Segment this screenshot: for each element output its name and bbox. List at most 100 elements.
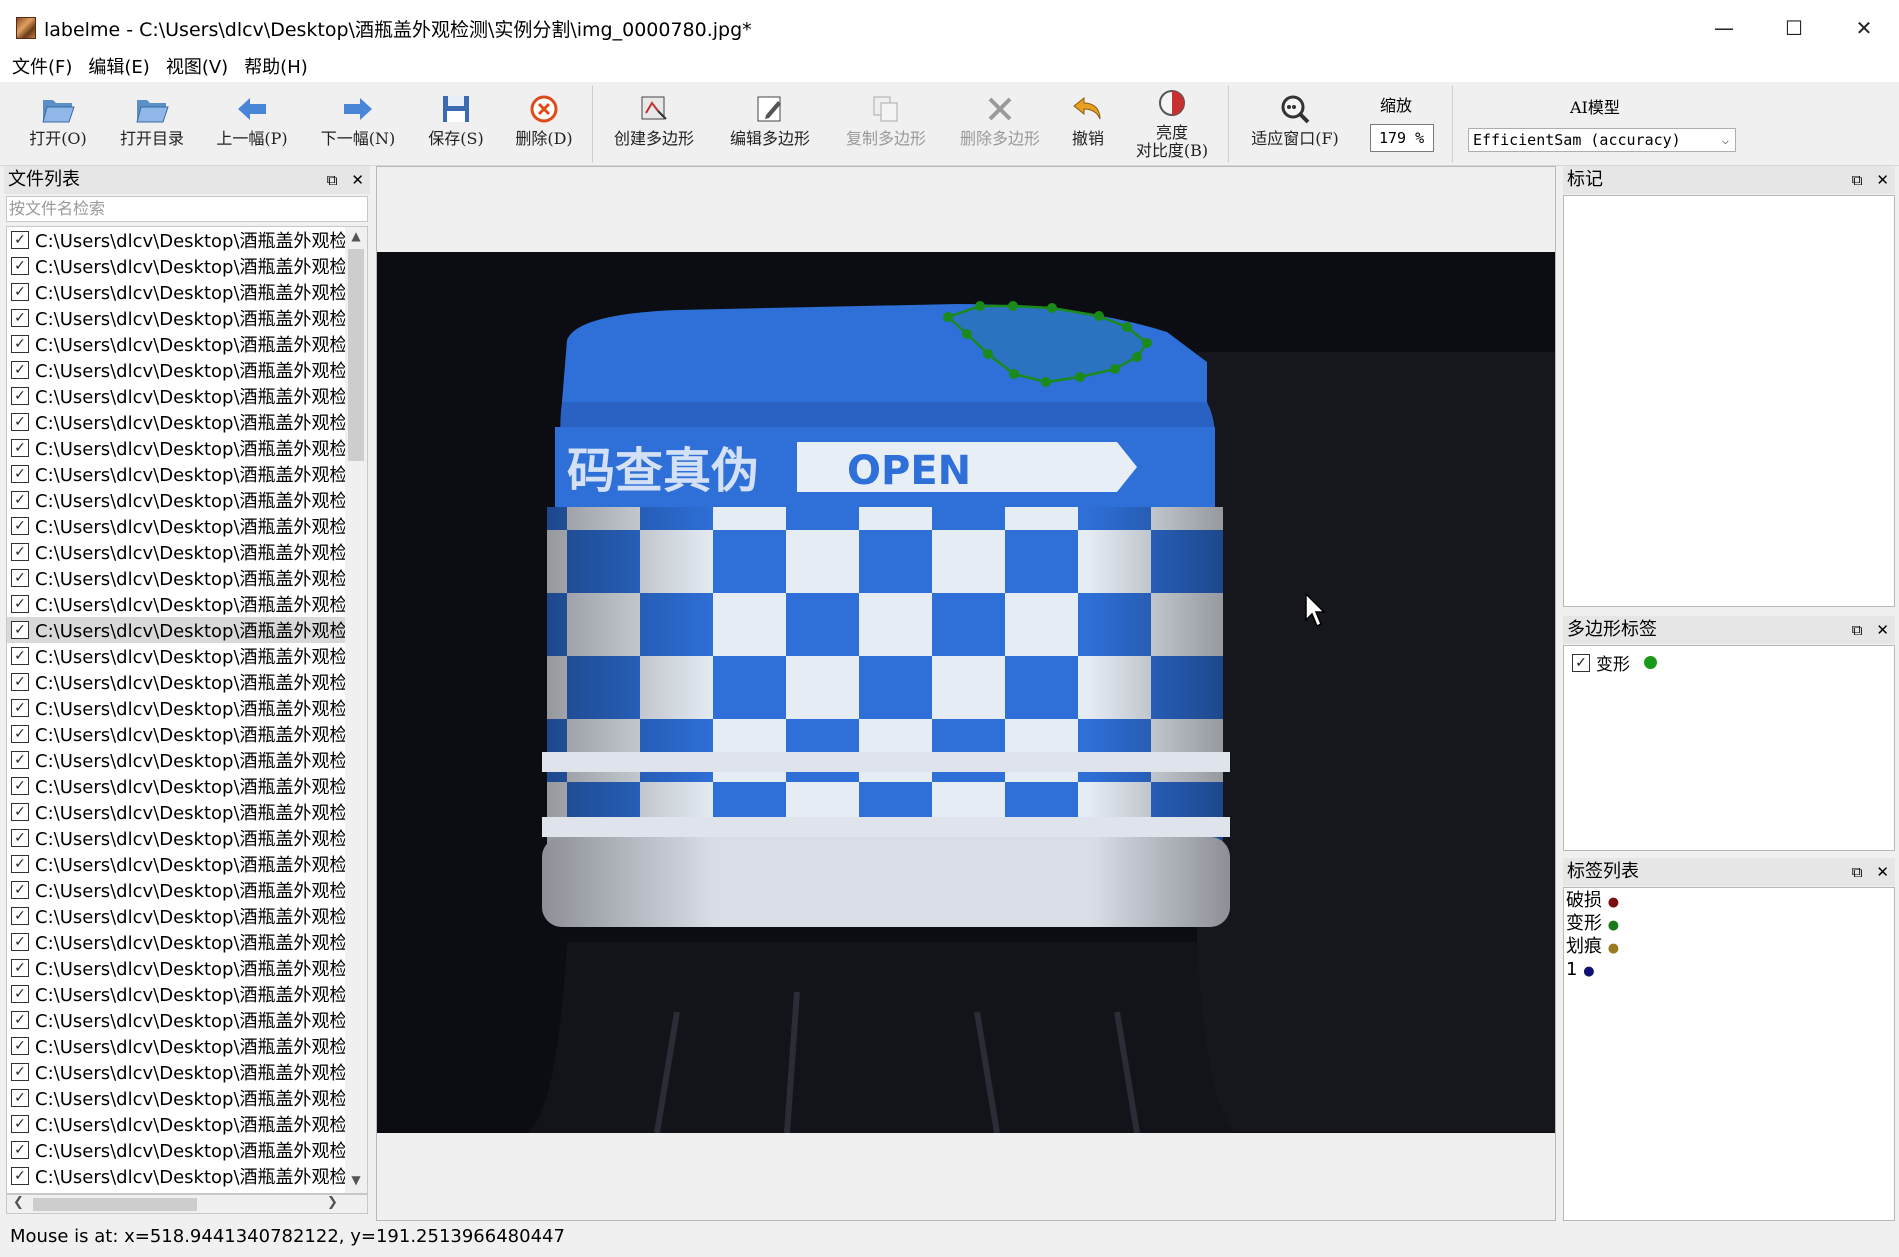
file-checkbox[interactable]: ✓ xyxy=(11,855,29,873)
file-list-item[interactable]: ✓ C:\Users\dlcv\Desktop\酒瓶盖外观检 xyxy=(7,669,347,695)
scroll-thumb[interactable] xyxy=(348,249,364,461)
label-item-1[interactable]: 1 ● xyxy=(1566,959,1619,982)
brightness-contrast-button[interactable]: 亮度 对比度(B) xyxy=(1122,86,1222,162)
edit-polygon-button[interactable]: 编辑多边形 xyxy=(720,86,820,162)
close-icon[interactable]: ✕ xyxy=(351,166,364,194)
file-checkbox[interactable]: ✓ xyxy=(11,881,29,899)
file-list-item[interactable]: ✓ C:\Users\dlcv\Desktop\酒瓶盖外观检 xyxy=(7,253,347,279)
float-icon[interactable]: ⧉ xyxy=(1852,858,1863,886)
file-checkbox[interactable]: ✓ xyxy=(11,595,29,613)
file-list-item[interactable]: ✓ C:\Users\dlcv\Desktop\酒瓶盖外观检 xyxy=(7,1163,347,1189)
file-list-item[interactable]: ✓ C:\Users\dlcv\Desktop\酒瓶盖外观检 xyxy=(7,929,347,955)
file-list-item[interactable]: ✓ C:\Users\dlcv\Desktop\酒瓶盖外观检 xyxy=(7,279,347,305)
file-search-input[interactable]: 按文件名检索 xyxy=(6,196,368,222)
create-polygon-button[interactable]: 创建多边形 xyxy=(604,86,704,162)
file-list-item[interactable]: ✓ C:\Users\dlcv\Desktop\酒瓶盖外观检 xyxy=(7,565,347,591)
polygon-item-checkbox[interactable]: ✓ xyxy=(1572,653,1590,672)
file-checkbox[interactable]: ✓ xyxy=(11,543,29,561)
float-icon[interactable]: ⧉ xyxy=(1852,616,1863,644)
file-checkbox[interactable]: ✓ xyxy=(11,933,29,951)
file-checkbox[interactable]: ✓ xyxy=(11,569,29,587)
file-checkbox[interactable]: ✓ xyxy=(11,647,29,665)
delete-file-button[interactable]: 删除(D) xyxy=(506,86,582,162)
file-list-item[interactable]: ✓ C:\Users\dlcv\Desktop\酒瓶盖外观检 xyxy=(7,903,347,929)
file-list-item[interactable]: ✓ C:\Users\dlcv\Desktop\酒瓶盖外观检 xyxy=(7,643,347,669)
file-checkbox[interactable]: ✓ xyxy=(11,517,29,535)
scroll-up-icon[interactable]: ▲ xyxy=(345,229,367,249)
file-checkbox[interactable]: ✓ xyxy=(11,1037,29,1055)
file-list-item[interactable]: ✓ C:\Users\dlcv\Desktop\酒瓶盖外观检 xyxy=(7,1059,347,1085)
close-icon[interactable]: ✕ xyxy=(1876,616,1889,644)
file-list-item[interactable]: ✓ C:\Users\dlcv\Desktop\酒瓶盖外观检 xyxy=(7,513,347,539)
file-checkbox[interactable]: ✓ xyxy=(11,361,29,379)
file-list-item[interactable]: ✓ C:\Users\dlcv\Desktop\酒瓶盖外观检 xyxy=(7,617,347,643)
float-icon[interactable]: ⧉ xyxy=(1852,166,1863,194)
file-list-item[interactable]: ✓ C:\Users\dlcv\Desktop\酒瓶盖外观检 xyxy=(7,331,347,357)
file-checkbox[interactable]: ✓ xyxy=(11,335,29,353)
label-item-deform[interactable]: 变形 ● xyxy=(1566,913,1619,936)
file-list-item[interactable]: ✓ C:\Users\dlcv\Desktop\酒瓶盖外观检 xyxy=(7,773,347,799)
file-checkbox[interactable]: ✓ xyxy=(11,907,29,925)
file-checkbox[interactable]: ✓ xyxy=(11,777,29,795)
file-checkbox[interactable]: ✓ xyxy=(11,413,29,431)
file-checkbox[interactable]: ✓ xyxy=(11,699,29,717)
menu-file[interactable]: 文件(F) xyxy=(4,53,80,79)
close-icon[interactable]: ✕ xyxy=(1876,166,1889,194)
save-button[interactable]: 保存(S) xyxy=(418,86,494,162)
file-checkbox[interactable]: ✓ xyxy=(11,387,29,405)
file-checkbox[interactable]: ✓ xyxy=(11,465,29,483)
scroll-down-icon[interactable]: ▼ xyxy=(345,1173,367,1193)
file-checkbox[interactable]: ✓ xyxy=(11,1115,29,1133)
file-list-item[interactable]: ✓ C:\Users\dlcv\Desktop\酒瓶盖外观检 xyxy=(7,747,347,773)
file-checkbox[interactable]: ✓ xyxy=(11,1141,29,1159)
open-button[interactable]: 打开(O) xyxy=(22,86,94,162)
file-checkbox[interactable]: ✓ xyxy=(11,725,29,743)
file-checkbox[interactable]: ✓ xyxy=(11,1167,29,1185)
file-list-item[interactable]: ✓ C:\Users\dlcv\Desktop\酒瓶盖外观检 xyxy=(7,227,347,253)
file-checkbox[interactable]: ✓ xyxy=(11,439,29,457)
file-checkbox[interactable]: ✓ xyxy=(11,673,29,691)
file-list-item[interactable]: ✓ C:\Users\dlcv\Desktop\酒瓶盖外观检 xyxy=(7,1033,347,1059)
file-checkbox[interactable]: ✓ xyxy=(11,1063,29,1081)
file-list-item[interactable]: ✓ C:\Users\dlcv\Desktop\酒瓶盖外观检 xyxy=(7,1137,347,1163)
polygon-item[interactable]: ✓ 变形 xyxy=(1568,650,1657,675)
next-image-button[interactable]: 下一幅(N) xyxy=(316,86,400,162)
menu-edit[interactable]: 编辑(E) xyxy=(80,53,157,79)
file-list-item[interactable]: ✓ C:\Users\dlcv\Desktop\酒瓶盖外观检 xyxy=(7,487,347,513)
scroll-left-icon[interactable]: ❮ xyxy=(13,1195,24,1210)
open-dir-button[interactable]: 打开目录 xyxy=(112,86,192,162)
file-checkbox[interactable]: ✓ xyxy=(11,231,29,249)
file-list-item[interactable]: ✓ C:\Users\dlcv\Desktop\酒瓶盖外观检 xyxy=(7,461,347,487)
delete-polygon-button[interactable]: 删除多边形 xyxy=(950,86,1050,162)
label-item-damage[interactable]: 破损 ● xyxy=(1566,890,1619,913)
file-list-item[interactable]: ✓ C:\Users\dlcv\Desktop\酒瓶盖外观检 xyxy=(7,539,347,565)
file-checkbox[interactable]: ✓ xyxy=(11,1089,29,1107)
zoom-input[interactable]: 179 % xyxy=(1370,124,1434,152)
file-list-item[interactable]: ✓ C:\Users\dlcv\Desktop\酒瓶盖外观检 xyxy=(7,409,347,435)
scroll-right-icon[interactable]: ❯ xyxy=(327,1195,338,1210)
file-list-hscrollbar[interactable]: ❮ ❯ xyxy=(6,1194,368,1214)
file-checkbox[interactable]: ✓ xyxy=(11,959,29,977)
undo-button[interactable]: 撤销 xyxy=(1064,86,1112,162)
file-checkbox[interactable]: ✓ xyxy=(11,257,29,275)
file-list-item[interactable]: ✓ C:\Users\dlcv\Desktop\酒瓶盖外观检 xyxy=(7,591,347,617)
file-list-item[interactable]: ✓ C:\Users\dlcv\Desktop\酒瓶盖外观检 xyxy=(7,721,347,747)
image-canvas[interactable]: 码查真伪 OPEN xyxy=(377,252,1555,1133)
menu-help[interactable]: 帮助(H) xyxy=(236,53,316,79)
file-checkbox[interactable]: ✓ xyxy=(11,803,29,821)
file-checkbox[interactable]: ✓ xyxy=(11,1011,29,1029)
file-checkbox[interactable]: ✓ xyxy=(11,621,29,639)
file-list-item[interactable]: ✓ C:\Users\dlcv\Desktop\酒瓶盖外观检 xyxy=(7,1085,347,1111)
file-list-vscrollbar[interactable]: ▲ ▼ xyxy=(345,227,367,1193)
file-list-item[interactable]: ✓ C:\Users\dlcv\Desktop\酒瓶盖外观检 xyxy=(7,877,347,903)
file-checkbox[interactable]: ✓ xyxy=(11,751,29,769)
float-icon[interactable]: ⧉ xyxy=(327,166,338,194)
file-list-item[interactable]: ✓ C:\Users\dlcv\Desktop\酒瓶盖外观检 xyxy=(7,695,347,721)
close-icon[interactable]: ✕ xyxy=(1876,858,1889,886)
file-list-item[interactable]: ✓ C:\Users\dlcv\Desktop\酒瓶盖外观检 xyxy=(7,825,347,851)
close-window-button[interactable]: ✕ xyxy=(1829,0,1899,56)
menu-view[interactable]: 视图(V) xyxy=(158,53,236,79)
file-list-item[interactable]: ✓ C:\Users\dlcv\Desktop\酒瓶盖外观检 xyxy=(7,357,347,383)
maximize-button[interactable]: ☐ xyxy=(1759,0,1829,56)
file-checkbox[interactable]: ✓ xyxy=(11,829,29,847)
